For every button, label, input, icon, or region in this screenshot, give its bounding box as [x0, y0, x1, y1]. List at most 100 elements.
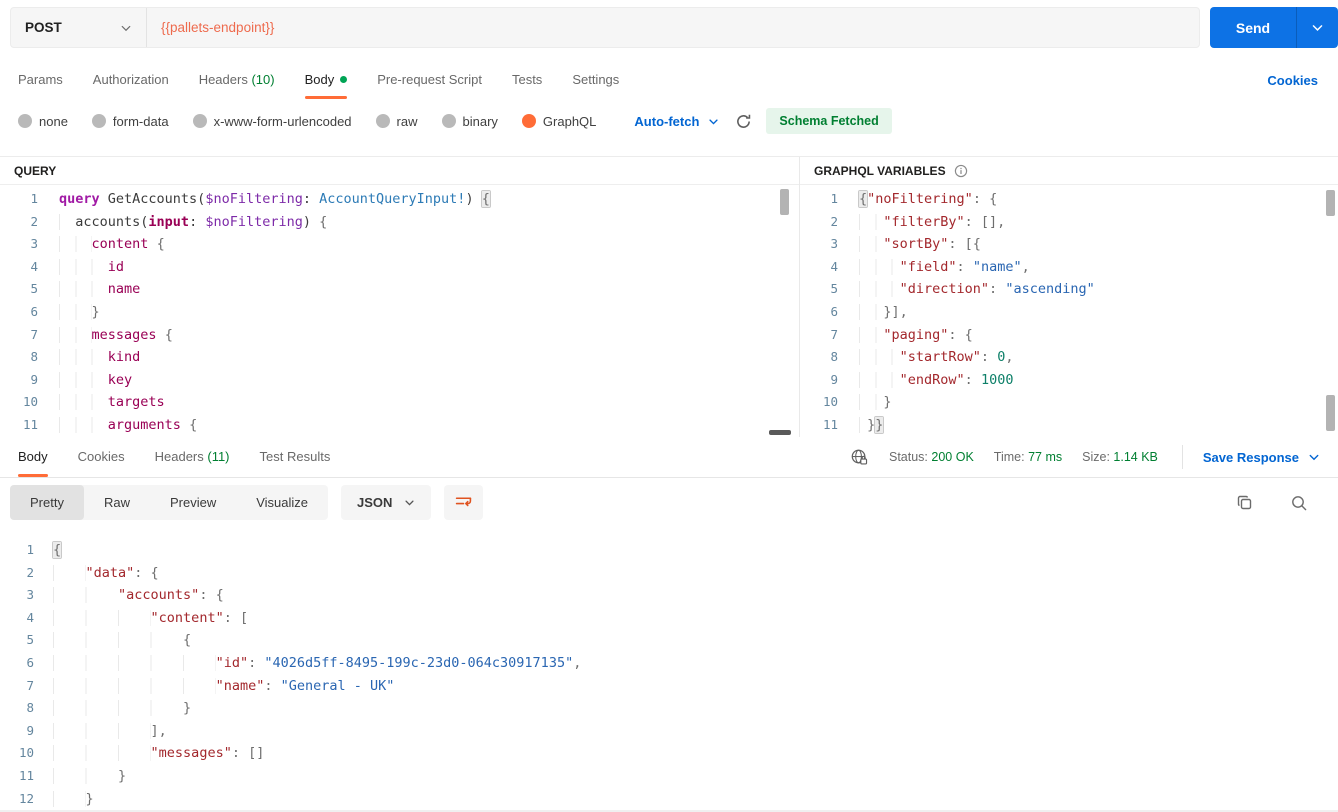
cookies-link[interactable]: Cookies	[1267, 73, 1318, 88]
tab-tests[interactable]: Tests	[512, 62, 542, 99]
graphql-editors: QUERY 1 query GetAccounts($noFiltering: A…	[0, 156, 1338, 437]
mode-label: form-data	[112, 113, 169, 129]
code-line: 1 query GetAccounts($noFiltering: Account…	[0, 188, 799, 211]
response-tab-cookies[interactable]: Cookies	[78, 438, 125, 477]
line-number: 4	[26, 609, 34, 625]
tab-pre-request-script[interactable]: Pre-request Script	[377, 62, 482, 99]
view-tab-raw[interactable]: Raw	[84, 485, 150, 520]
chevron-down-icon	[1309, 454, 1319, 461]
body-mode-options: none form-data x-www-form-urlencoded raw bin…	[18, 114, 620, 129]
tab-label: Authorization	[92, 71, 169, 87]
response-tab-headers[interactable]: Headers (11)	[155, 438, 230, 477]
line-number: 8	[30, 349, 38, 365]
body-mode-x-www-form-urlencoded[interactable]: x-www-form-urlencoded	[192, 114, 352, 129]
vertical-scrollbar-thumb[interactable]	[780, 189, 789, 215]
save-response-label: Save Response	[1202, 449, 1299, 465]
response-tab-test-results[interactable]: Test Results	[260, 438, 331, 477]
line-content: kind	[50, 346, 140, 369]
status-value: 200 OK	[931, 450, 974, 464]
body-mode-binary[interactable]: binary	[441, 113, 498, 129]
line-content: "content": [	[44, 607, 248, 630]
chevron-down-icon	[405, 500, 414, 506]
vertical-scrollbar-thumb[interactable]	[1326, 190, 1335, 216]
line-number: 1	[26, 542, 34, 557]
body-mode-form-data[interactable]: form-data	[91, 113, 169, 129]
code-line: 2 accounts(input: $noFiltering) {	[0, 211, 799, 234]
method-selector[interactable]: POST	[11, 8, 147, 47]
tab-body[interactable]: Body	[304, 62, 348, 99]
radio-icon	[375, 114, 390, 128]
line-content: "data": {	[44, 562, 159, 585]
query-panel-header: QUERY	[0, 157, 799, 185]
line-content: arguments {	[50, 414, 197, 437]
line-content: query GetAccounts($noFiltering: AccountQ…	[59, 191, 490, 207]
refresh-schema-button[interactable]	[735, 113, 752, 130]
code-line: 5 name	[0, 278, 799, 301]
view-tab-preview[interactable]: Preview	[150, 485, 236, 520]
tab-params[interactable]: Params	[18, 62, 63, 99]
line-number: 7	[830, 326, 838, 342]
auto-fetch-dropdown[interactable]: Auto-fetch	[634, 114, 719, 129]
wrap-lines-icon	[456, 497, 472, 507]
body-mode-raw[interactable]: raw	[375, 114, 418, 129]
body-mode-row: none form-data x-www-form-urlencoded raw bin…	[0, 100, 1338, 142]
code-line: 2 "data": {	[0, 562, 1338, 585]
line-content: ],	[44, 720, 167, 743]
code-line: 6 }],	[800, 301, 1338, 324]
send-button[interactable]: Send	[1210, 7, 1296, 48]
tab-label: Headers	[154, 448, 204, 464]
line-number: 6	[26, 654, 34, 670]
tab-settings[interactable]: Settings	[572, 62, 619, 99]
body-mode-graphql[interactable]: GraphQL	[521, 114, 596, 129]
mode-label: binary	[462, 113, 498, 129]
code-line: 2 "filterBy": [],	[800, 211, 1338, 234]
response-tab-body[interactable]: Body	[18, 438, 48, 477]
tab-authorization[interactable]: Authorization	[93, 62, 169, 99]
line-number: 3	[830, 236, 838, 252]
line-content: accounts(input: $noFiltering) {	[50, 211, 327, 234]
line-content: "endRow": 1000	[850, 369, 1013, 392]
url-input[interactable]: {{pallets-endpoint}}	[147, 8, 1199, 47]
line-content: content {	[50, 233, 165, 256]
response-editor[interactable]: 1{2 "data": {3 "accounts": {4 "content":…	[0, 527, 1338, 812]
tab-headers[interactable]: Headers (10)	[199, 62, 275, 99]
response-header: Body Cookies Headers (11) Test Results Stat…	[0, 437, 1338, 478]
tab-label: Test Results	[259, 448, 331, 464]
query-panel-title: QUERY	[14, 163, 57, 178]
response-status-cluster: Status: 200 OK Time: 77 ms Size: 1.14 KB…	[850, 445, 1320, 469]
code-line: 10 targets	[0, 391, 799, 414]
language-selector[interactable]: JSON	[341, 485, 432, 520]
code-line: 6 }	[0, 301, 799, 324]
radio-icon	[18, 114, 32, 128]
line-number: 3	[30, 236, 38, 252]
send-options-button[interactable]	[1296, 7, 1338, 48]
tab-count-badge: (11)	[203, 448, 230, 464]
copy-button[interactable]	[1236, 494, 1254, 512]
line-content: {	[53, 542, 62, 558]
line-content: }	[44, 697, 191, 720]
query-panel: QUERY 1 query GetAccounts($noFiltering: A…	[0, 157, 800, 437]
line-number: 3	[26, 587, 34, 603]
view-tab-visualize[interactable]: Visualize	[236, 485, 328, 520]
line-number: 4	[830, 258, 838, 274]
tab-label: Body	[304, 71, 335, 87]
save-response-button[interactable]: Save Response	[1203, 450, 1320, 465]
line-content: }],	[850, 301, 908, 324]
code-line: 11 }	[0, 765, 1338, 788]
body-modified-dot-icon	[340, 75, 348, 83]
tab-label: Tests	[511, 71, 543, 87]
search-button[interactable]	[1290, 494, 1308, 512]
status-stat: Status: 200 OK	[889, 450, 974, 464]
chevron-down-icon	[1312, 25, 1323, 31]
line-number: 2	[830, 213, 838, 229]
body-mode-none[interactable]: none	[18, 114, 68, 129]
line-number: 6	[830, 303, 838, 319]
vertical-scrollbar-thumb[interactable]	[1326, 395, 1335, 431]
line-content: }	[50, 301, 100, 324]
wrap-lines-button[interactable]	[444, 485, 484, 520]
query-editor[interactable]: 1 query GetAccounts($noFiltering: Account…	[0, 185, 799, 437]
network-globe-icon[interactable]	[850, 448, 869, 467]
variables-editor[interactable]: 1 {"noFiltering": {2 "filterBy": [], 3 "so…	[800, 185, 1338, 437]
horizontal-scrollbar-thumb[interactable]	[769, 430, 791, 435]
view-tab-pretty[interactable]: Pretty	[10, 485, 84, 520]
